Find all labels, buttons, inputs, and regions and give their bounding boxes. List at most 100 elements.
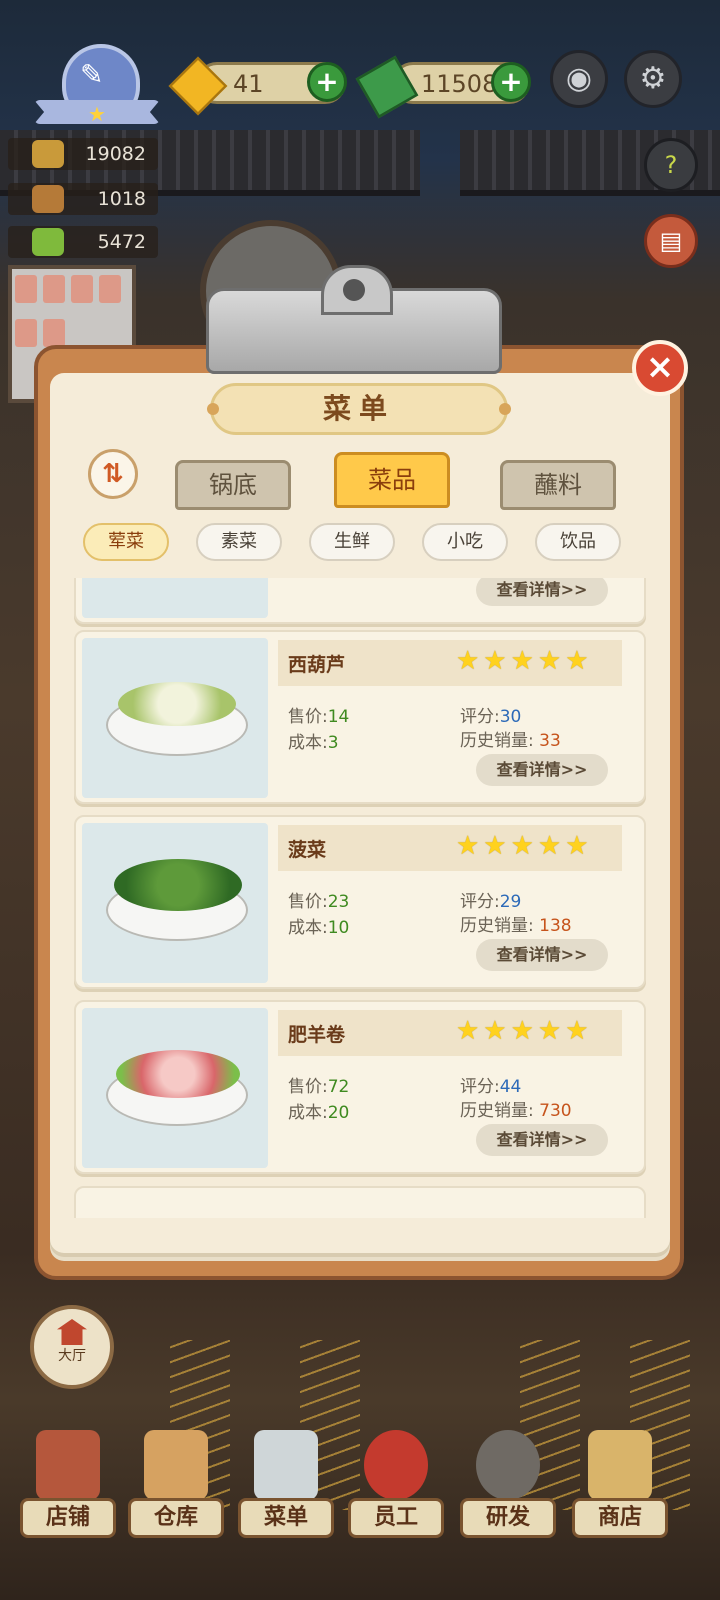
- rating-value: 29: [499, 892, 522, 912]
- add-gems-button[interactable]: +: [307, 62, 347, 102]
- rating-row: 评分:29: [460, 892, 522, 912]
- nav-research[interactable]: 研发: [458, 1420, 558, 1550]
- clip-hole: [343, 279, 365, 301]
- boxes-icon: [144, 1430, 208, 1500]
- price-row: 售价:23: [288, 892, 350, 912]
- rating-label: 评分: [460, 1077, 494, 1097]
- chip-vegetable[interactable]: 素菜: [196, 523, 282, 561]
- nav-label: 研发: [460, 1498, 556, 1538]
- price-value: 72: [327, 1077, 350, 1097]
- nav-label: 仓库: [128, 1498, 224, 1538]
- chip-snack[interactable]: 小吃: [422, 523, 508, 561]
- chip-fresh[interactable]: 生鲜: [309, 523, 395, 561]
- gem-value: 41: [233, 70, 264, 98]
- rating-value: 30: [499, 707, 522, 727]
- waiter-icon: [364, 1430, 428, 1500]
- price-row: 售价:14: [288, 707, 350, 727]
- sales-row: 历史销量: 138: [460, 916, 572, 936]
- spinach-leaves: [114, 859, 242, 911]
- camera-icon[interactable]: ◉: [550, 50, 608, 108]
- house-icon: [57, 1319, 87, 1345]
- list-item: [74, 1186, 646, 1218]
- storefront-icon: [36, 1430, 100, 1500]
- tab-dishes[interactable]: 菜品: [334, 452, 450, 508]
- sales-label: 历史销量: [460, 1101, 528, 1121]
- list-item: 查看详情>>: [74, 578, 646, 624]
- sales-label: 历史销量: [460, 731, 528, 751]
- dish-list[interactable]: 查看详情>> 西葫芦 ★★★★★ 售价:14 成本:3 评分:30 历史销量: …: [68, 578, 654, 1218]
- shop-icon: [588, 1430, 652, 1500]
- menu-title-bar: 菜单: [207, 383, 511, 435]
- sales-label: 历史销量: [460, 916, 528, 936]
- chef-rank-badge[interactable]: ✎ ★: [34, 40, 160, 130]
- star-rating: ★★★★★: [456, 1016, 593, 1046]
- whisk-icon: ✎: [80, 58, 104, 91]
- nav-menu[interactable]: 菜单: [236, 1420, 336, 1550]
- sales-value: 33: [539, 731, 561, 751]
- close-icon[interactable]: ×: [632, 340, 688, 396]
- stat-row: 5472: [8, 226, 158, 258]
- list-item: 西葫芦 ★★★★★ 售价:14 成本:3 评分:30 历史销量: 33 查看详情…: [74, 630, 646, 804]
- price-label: 售价: [288, 1077, 322, 1097]
- chip-drink[interactable]: 饮品: [535, 523, 621, 561]
- view-details-button[interactable]: 查看详情>>: [476, 578, 608, 606]
- view-details-button[interactable]: 查看详情>>: [476, 1124, 608, 1156]
- title-ornament: [499, 403, 511, 415]
- dish-name: 西葫芦: [288, 654, 346, 676]
- stat-value: 5472: [97, 231, 146, 253]
- add-cash-button[interactable]: +: [491, 62, 531, 102]
- nav-label: 菜单: [238, 1498, 334, 1538]
- nav-store[interactable]: 商店: [570, 1420, 670, 1550]
- list-item: 肥羊卷 ★★★★★ 售价:72 成本:20 评分:44 历史销量: 730 查看…: [74, 1000, 646, 1174]
- dish-image: [82, 1008, 268, 1168]
- cost-row: 成本:10: [288, 918, 350, 938]
- sales-row: 历史销量: 730: [460, 1101, 572, 1121]
- cost-label: 成本: [288, 733, 322, 753]
- gear-icon[interactable]: ⚙: [624, 50, 682, 108]
- rating-row: 评分:44: [460, 1077, 522, 1097]
- lamb-rolls: [116, 1050, 240, 1098]
- dish-image: [82, 823, 268, 983]
- nav-shop-front[interactable]: 店铺: [18, 1420, 118, 1550]
- nav-label: 店铺: [20, 1498, 116, 1538]
- zucchini-slices: [118, 682, 236, 726]
- rating-value: 44: [499, 1077, 522, 1097]
- view-details-button[interactable]: 查看详情>>: [476, 939, 608, 971]
- view-details-button[interactable]: 查看详情>>: [476, 754, 608, 786]
- cost-value: 10: [327, 918, 350, 938]
- tab-soup-base[interactable]: 锅底: [175, 460, 291, 510]
- sales-value: 138: [539, 916, 572, 936]
- nav-label: 员工: [348, 1498, 444, 1538]
- stat-row: 19082: [8, 138, 158, 170]
- cost-label: 成本: [288, 1103, 322, 1123]
- dish-image: [82, 578, 268, 618]
- hall-button[interactable]: 大厅: [30, 1305, 114, 1389]
- cloche-icon: [32, 185, 64, 213]
- wok-icon: [476, 1430, 540, 1500]
- page-title: 菜单: [322, 392, 395, 425]
- chip-meat[interactable]: 荤菜: [83, 523, 169, 561]
- star-rating: ★★★★★: [456, 646, 593, 676]
- list-item: 菠菜 ★★★★★ 售价:23 成本:10 评分:29 历史销量: 138 查看详…: [74, 815, 646, 989]
- tab-sauces[interactable]: 蘸料: [500, 460, 616, 510]
- sales-row: 历史销量: 33: [460, 731, 561, 751]
- price-value: 14: [327, 707, 350, 727]
- nav-warehouse[interactable]: 仓库: [126, 1420, 226, 1550]
- sort-icon[interactable]: ⇅: [88, 449, 138, 499]
- price-row: 售价:72: [288, 1077, 350, 1097]
- recipe-book-icon[interactable]: ▤: [644, 214, 698, 268]
- cost-value: 3: [327, 733, 339, 753]
- rating-label: 评分: [460, 892, 494, 912]
- clipboard-icon: [254, 1430, 318, 1500]
- help-book-icon[interactable]: ?: [644, 138, 698, 192]
- nav-label: 商店: [572, 1498, 668, 1538]
- nav-staff[interactable]: 员工: [346, 1420, 446, 1550]
- cost-row: 成本:20: [288, 1103, 350, 1123]
- dish-name: 肥羊卷: [288, 1024, 346, 1046]
- cost-row: 成本:3: [288, 733, 339, 753]
- cost-value: 20: [327, 1103, 350, 1123]
- sales-value: 730: [539, 1101, 572, 1121]
- ticket-icon: [32, 228, 64, 256]
- rating-row: 评分:30: [460, 707, 522, 727]
- star-icon: ★: [88, 102, 106, 126]
